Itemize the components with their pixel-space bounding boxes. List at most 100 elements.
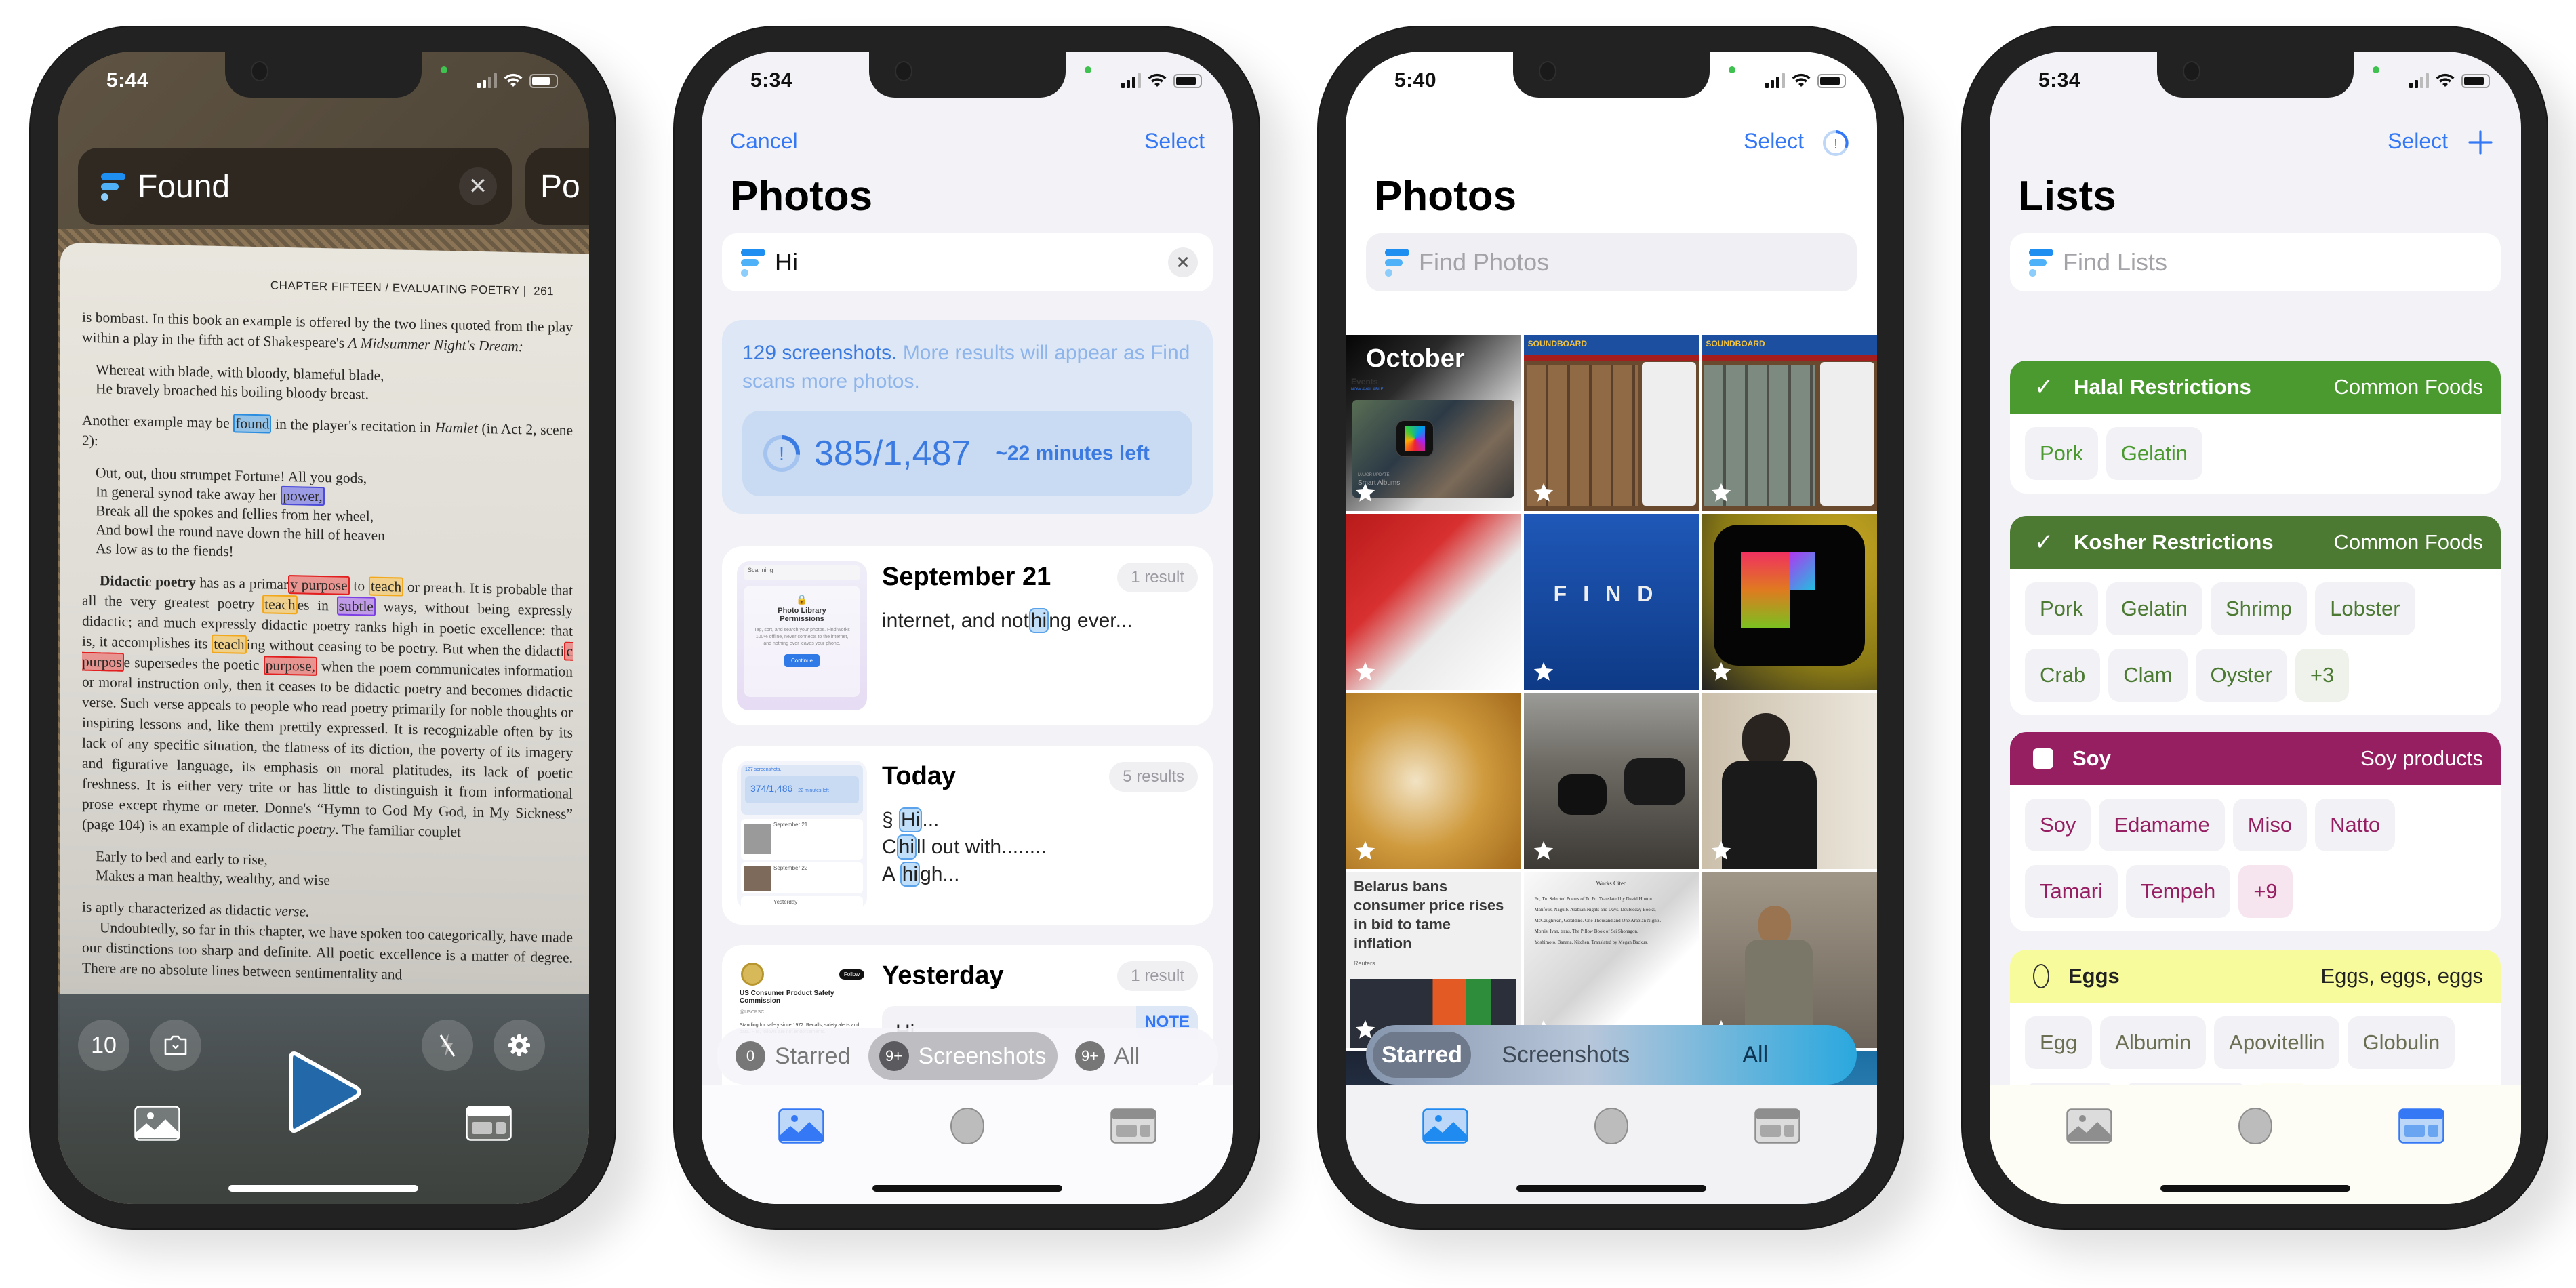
- photo-tile[interactable]: [1702, 693, 1877, 869]
- lists-tab-icon[interactable]: [2398, 1108, 2444, 1144]
- camera-tab-icon[interactable]: [2238, 1107, 2273, 1145]
- home-indicator[interactable]: [1516, 1185, 1706, 1192]
- photo-tile[interactable]: Works Cited Fu, Tu. Selected Poems of Tu…: [1523, 872, 1699, 1048]
- word-chip[interactable]: Gelatin: [2106, 427, 2202, 480]
- word-chip[interactable]: Lobster: [2315, 582, 2415, 635]
- word-chip[interactable]: Shrimp: [2210, 582, 2308, 635]
- cancel-button[interactable]: Cancel: [730, 129, 798, 154]
- list-card[interactable]: ✓ Halal Restrictions Common Foods Pork Gelat…: [2010, 361, 2501, 494]
- filter-screenshots[interactable]: 9+ Screenshots: [868, 1032, 1058, 1080]
- result-card[interactable]: 127 screenshots. 374/1,486 ~22 minutes l…: [722, 746, 1213, 925]
- match-highlight[interactable]: teach: [368, 576, 404, 597]
- scan-progress-icon[interactable]: !: [1822, 129, 1850, 157]
- search-field[interactable]: Find Lists: [2010, 233, 2501, 291]
- photo-tile[interactable]: [1346, 693, 1521, 869]
- photo-tile[interactable]: [1346, 514, 1521, 690]
- home-indicator[interactable]: [872, 1185, 1062, 1192]
- select-button[interactable]: Select: [1144, 129, 1205, 154]
- result-card[interactable]: Scanning 🔒 Photo Library Permissions Tag…: [722, 546, 1213, 725]
- camera-tab-icon[interactable]: [1594, 1107, 1629, 1145]
- search-field[interactable]: Found ✕: [78, 148, 512, 225]
- select-button[interactable]: Select: [2388, 129, 2448, 154]
- photo-tile[interactable]: SOUNDBOARD: [1523, 335, 1699, 511]
- filter-screenshots[interactable]: Screenshots: [1471, 1032, 1661, 1078]
- filter-all[interactable]: 9+ All: [1064, 1032, 1151, 1080]
- list-card[interactable]: Soy Soy products Soy Edamame Miso Natto Tamari…: [2010, 732, 2501, 931]
- match-highlight[interactable]: power,: [281, 485, 325, 506]
- snapshot-button[interactable]: [150, 1020, 201, 1071]
- filter-all[interactable]: All: [1661, 1032, 1851, 1078]
- flash-toggle-button[interactable]: [422, 1020, 473, 1071]
- star-icon[interactable]: [1532, 839, 1555, 862]
- search-query[interactable]: Found: [138, 168, 447, 205]
- word-chip[interactable]: Globulin: [2348, 1016, 2455, 1069]
- word-chip[interactable]: Apovitellin: [2214, 1016, 2340, 1069]
- photo-tile[interactable]: SOUNDBOARD: [1702, 335, 1877, 511]
- star-icon[interactable]: [1354, 839, 1377, 862]
- word-chip[interactable]: Tamari: [2025, 865, 2118, 918]
- scan-progress-bar[interactable]: ! 385/1,487 ~22 minutes left: [742, 411, 1192, 496]
- photos-tab-icon[interactable]: [778, 1108, 824, 1144]
- word-chip[interactable]: Clam: [2108, 649, 2188, 702]
- camera-tab-icon[interactable]: [950, 1107, 985, 1145]
- word-chip[interactable]: Soy: [2025, 799, 2091, 851]
- settings-button[interactable]: [494, 1020, 545, 1071]
- word-chip[interactable]: Tempeh: [2126, 865, 2231, 918]
- match-highlight[interactable]: teach: [262, 595, 298, 615]
- filter-starred[interactable]: Starred: [1373, 1032, 1471, 1078]
- word-chip[interactable]: Miso: [2232, 799, 2308, 851]
- photos-tab-icon[interactable]: [2066, 1108, 2112, 1144]
- photo-tile[interactable]: Events NOW AVAILABLE MAJOR UPDATE Smart …: [1346, 335, 1521, 511]
- star-icon[interactable]: [1710, 839, 1733, 862]
- word-chip[interactable]: Oyster: [2195, 649, 2287, 702]
- match-highlight[interactable]: y purpose: [288, 575, 350, 595]
- star-icon[interactable]: [1710, 481, 1733, 504]
- clear-search-button[interactable]: ✕: [1168, 247, 1198, 277]
- search-placeholder[interactable]: Find Photos: [1419, 248, 1842, 277]
- word-chip[interactable]: Egg: [2025, 1016, 2093, 1069]
- lists-tab-icon[interactable]: [1754, 1108, 1800, 1144]
- star-icon[interactable]: [1710, 660, 1733, 683]
- word-chip[interactable]: Crab: [2025, 649, 2101, 702]
- star-icon[interactable]: [1532, 660, 1555, 683]
- photo-tile[interactable]: [1523, 693, 1699, 869]
- star-icon[interactable]: [1354, 481, 1377, 504]
- star-icon[interactable]: [1354, 660, 1377, 683]
- word-chip[interactable]: Edamame: [2099, 799, 2225, 851]
- word-chip[interactable]: Natto: [2315, 799, 2396, 851]
- search-field[interactable]: Find Photos: [1366, 233, 1857, 291]
- word-chip[interactable]: Albumin: [2100, 1016, 2207, 1069]
- photo-tile[interactable]: FIND: [1523, 514, 1699, 690]
- photo-tile[interactable]: [1702, 872, 1877, 1048]
- home-indicator[interactable]: [2160, 1185, 2350, 1192]
- add-list-button[interactable]: [2467, 129, 2494, 156]
- word-chip[interactable]: Pork: [2025, 582, 2098, 635]
- search-placeholder[interactable]: Find Lists: [2063, 248, 2486, 277]
- list-header[interactable]: ✓ Kosher Restrictions Common Foods: [2010, 516, 2501, 569]
- list-header[interactable]: ✓ Halal Restrictions Common Foods: [2010, 361, 2501, 414]
- search-field[interactable]: Hi ✕: [722, 233, 1213, 291]
- match-highlight[interactable]: subtle: [336, 596, 376, 616]
- play-scan-button[interactable]: [285, 1048, 364, 1136]
- match-highlight[interactable]: teach: [212, 634, 247, 654]
- list-card[interactable]: ✓ Kosher Restrictions Common Foods Pork Gela…: [2010, 516, 2501, 715]
- photo-tile[interactable]: Belarus bans consumer price rises in bid…: [1346, 872, 1521, 1048]
- match-highlight[interactable]: purpose,: [263, 656, 318, 676]
- match-highlight[interactable]: found: [233, 414, 272, 434]
- next-search-field[interactable]: Po: [525, 148, 589, 225]
- word-chip[interactable]: Pork: [2025, 427, 2098, 480]
- search-query[interactable]: Hi: [775, 248, 1159, 277]
- photos-tab-icon[interactable]: [1422, 1108, 1468, 1144]
- select-button[interactable]: Select: [1744, 129, 1804, 154]
- home-indicator[interactable]: [228, 1185, 418, 1192]
- more-words-chip[interactable]: +9: [2238, 865, 2293, 918]
- word-chip[interactable]: Gelatin: [2106, 582, 2202, 635]
- result-limit-button[interactable]: 10: [78, 1020, 129, 1071]
- star-icon[interactable]: [1532, 481, 1555, 504]
- photo-tile[interactable]: [1702, 514, 1877, 690]
- list-header[interactable]: Eggs Eggs, eggs, eggs: [2010, 950, 2501, 1003]
- lists-tab-icon[interactable]: [1110, 1108, 1156, 1144]
- clear-search-button[interactable]: ✕: [459, 167, 497, 205]
- filter-starred[interactable]: 0 Starred: [725, 1032, 862, 1080]
- list-header[interactable]: Soy Soy products: [2010, 732, 2501, 785]
